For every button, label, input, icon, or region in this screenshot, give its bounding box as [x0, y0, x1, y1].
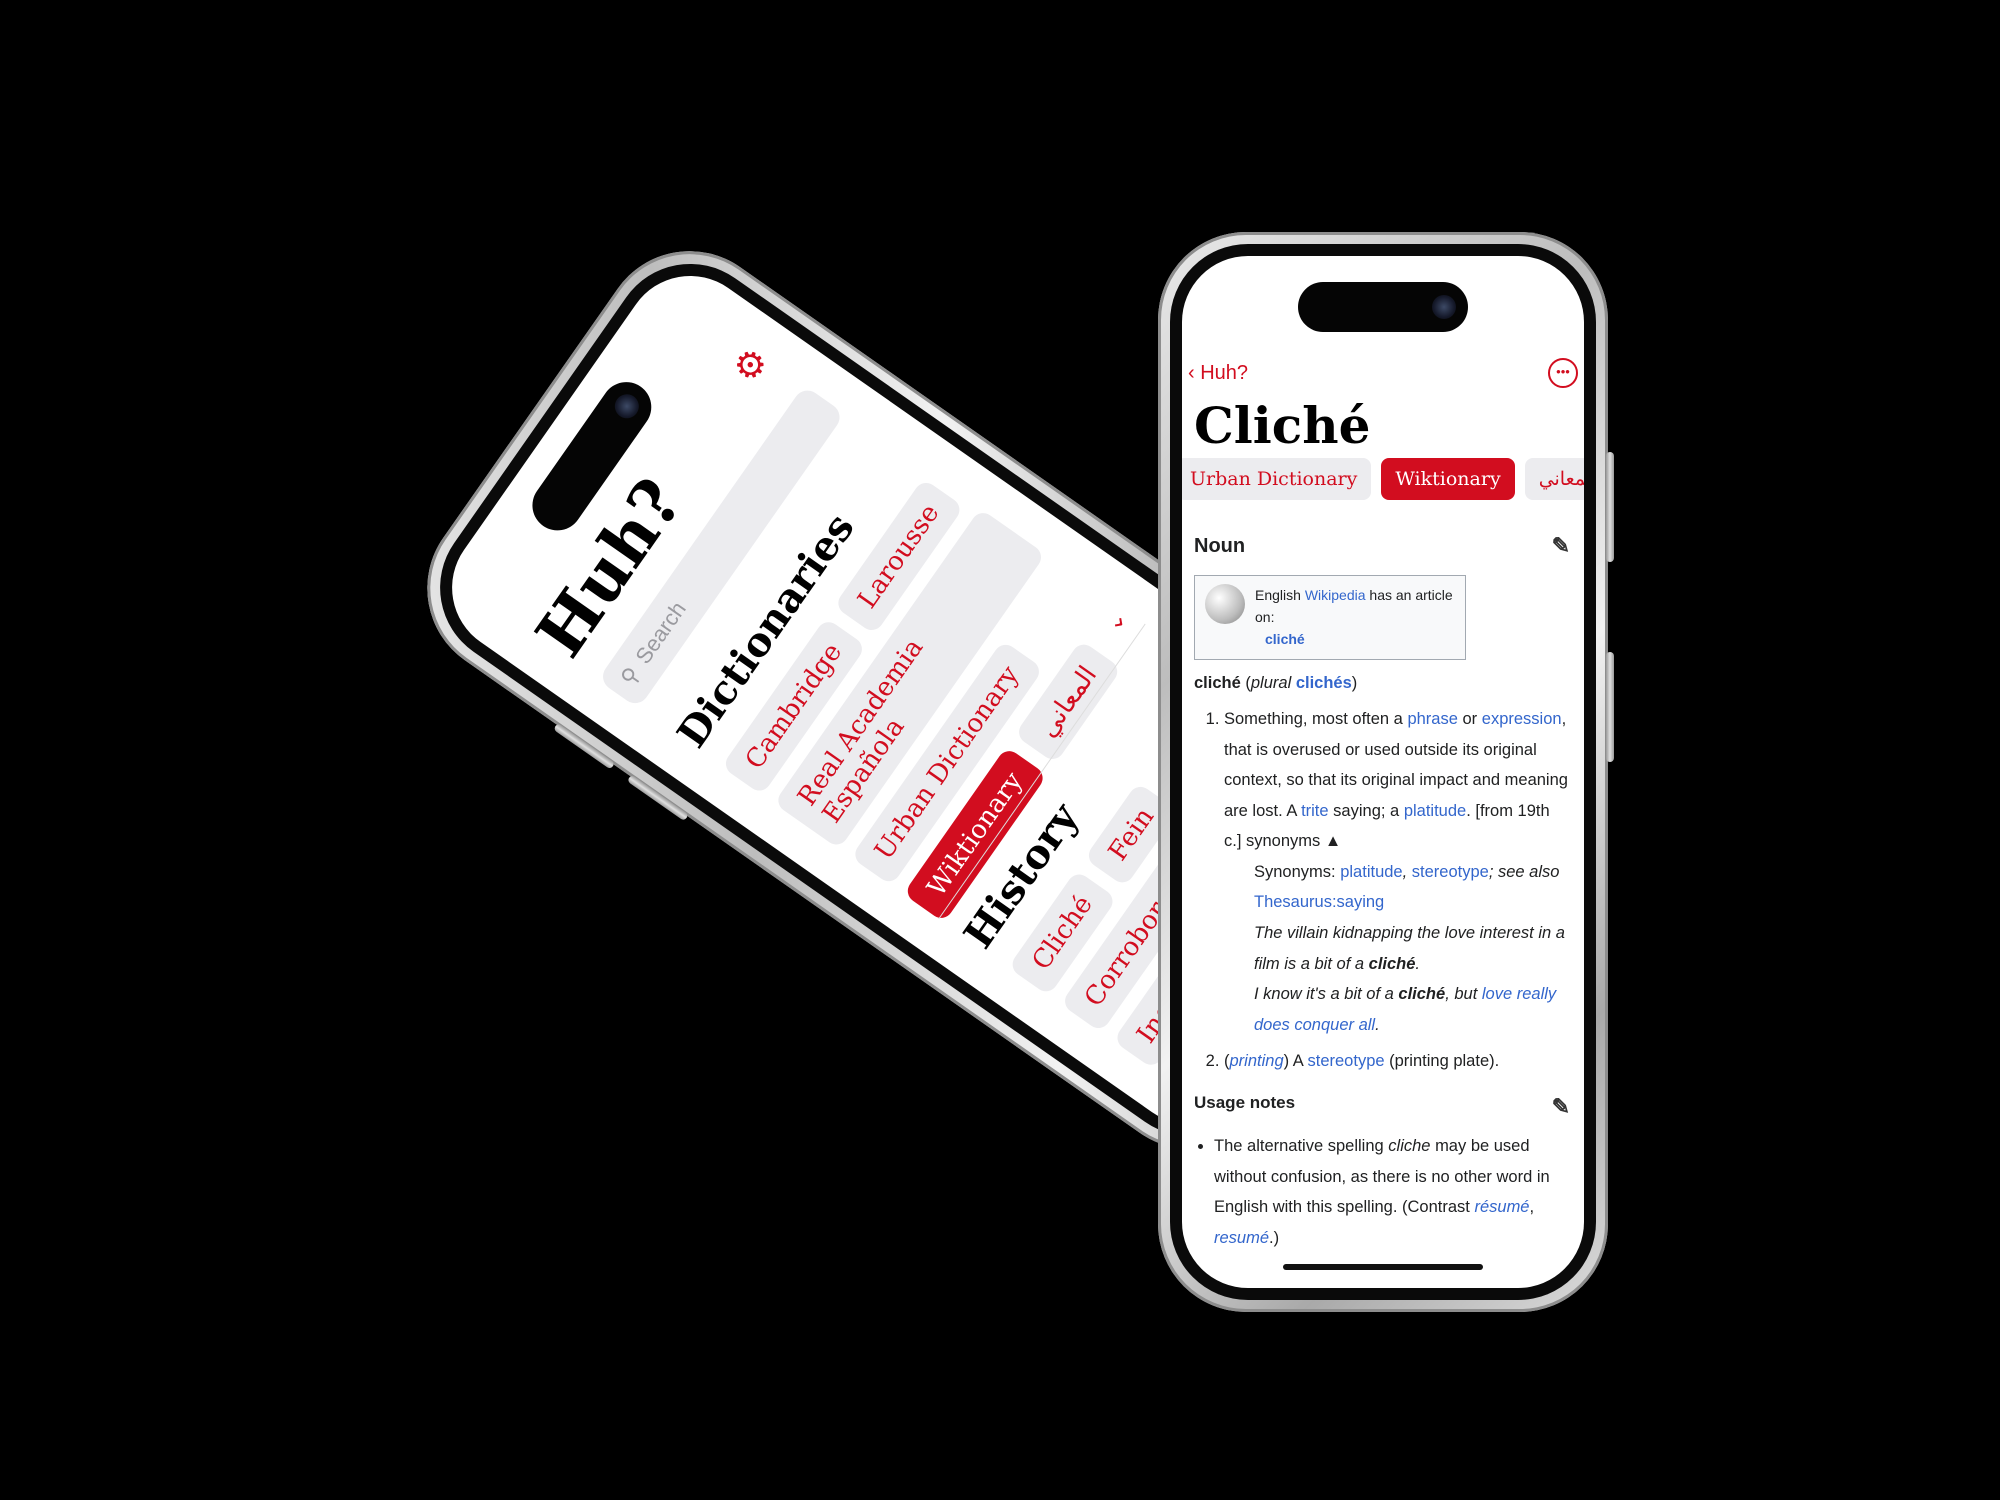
- stereotype-link[interactable]: stereotype: [1308, 1052, 1385, 1070]
- sense1-text: saying; a: [1333, 801, 1400, 820]
- wiki-prefix: English: [1255, 586, 1301, 603]
- plural-link[interactable]: clichés: [1296, 674, 1352, 692]
- wikipedia-link[interactable]: Wikipedia: [1305, 587, 1366, 603]
- more-options-icon[interactable]: •••: [1548, 358, 1578, 388]
- phone-entry-screen: ‹ Huh? ••• Cliché Urban Dictionary Wiktio…: [1158, 232, 1614, 1312]
- plural-label: plural: [1250, 673, 1292, 692]
- example-bold: cliché: [1368, 954, 1416, 973]
- usage-notes-list: The alternative spelling cliche may be u…: [1194, 1131, 1570, 1253]
- resume-link[interactable]: resumé: [1214, 1229, 1269, 1247]
- trite-link[interactable]: trite: [1301, 802, 1329, 820]
- synonyms-block: Synonyms: platitude, stereotype; see als…: [1254, 862, 1565, 1034]
- dictionary-tab[interactable]: Wiktionary: [1381, 458, 1515, 500]
- example-text: , but: [1445, 985, 1478, 1004]
- back-label: Huh?: [1200, 362, 1249, 384]
- sense-list: Something, most often a phrase or expres…: [1194, 704, 1570, 1076]
- headword-line: cliché (plural clichés): [1194, 673, 1358, 692]
- thesaurus-link[interactable]: Thesaurus:saying: [1254, 893, 1384, 911]
- usage-word: cliche: [1388, 1137, 1431, 1156]
- synonym-link[interactable]: platitude: [1340, 863, 1402, 881]
- sense-2: (printing) A stereotype (printing plate)…: [1224, 1046, 1570, 1077]
- entry-screen: ‹ Huh? ••• Cliché Urban Dictionary Wiktio…: [1182, 256, 1584, 1288]
- camera-icon: [610, 389, 644, 423]
- search-placeholder: Search: [630, 596, 691, 669]
- pos-label: Noun: [1194, 534, 1246, 557]
- edit-icon[interactable]: ✎: [1552, 1087, 1570, 1128]
- headword: cliché: [1194, 673, 1241, 692]
- usage-notes-heading: Usage notes ✎: [1194, 1087, 1570, 1128]
- dictionary-tab[interactable]: المعاني: [1524, 458, 1584, 500]
- see-also-text: ; see also: [1488, 862, 1560, 881]
- sense1-text: or: [1462, 710, 1478, 729]
- usage-text: .): [1269, 1228, 1280, 1247]
- power-button: [1606, 452, 1614, 562]
- sense2-text: (printing plate).: [1389, 1052, 1500, 1071]
- resume-link[interactable]: résumé: [1474, 1198, 1529, 1216]
- home-indicator: [1283, 1264, 1483, 1270]
- sense1-text: Something, most often a: [1224, 710, 1403, 729]
- usage-text: The alternative spelling: [1214, 1137, 1384, 1156]
- dynamic-island: [1298, 282, 1468, 332]
- usage-notes-label: Usage notes: [1194, 1092, 1296, 1112]
- wikipedia-box-text: English Wikipedia has an article on: cli…: [1255, 584, 1455, 651]
- entry-body: Noun ✎ English Wikipedia has an article …: [1194, 526, 1570, 1253]
- wikipedia-box: English Wikipedia has an article on: cli…: [1194, 574, 1466, 660]
- phrase-link[interactable]: phrase: [1407, 710, 1457, 728]
- printing-link[interactable]: printing: [1230, 1052, 1284, 1070]
- edit-icon[interactable]: ✎: [1552, 526, 1570, 567]
- chevron-left-icon: ‹: [1188, 362, 1195, 384]
- synonyms-label: Synonyms:: [1254, 862, 1336, 881]
- example-bold: cliché: [1398, 985, 1446, 1004]
- search-icon: ⚲: [615, 662, 646, 690]
- side-button: [1606, 652, 1614, 762]
- usage-note: The alternative spelling cliche may be u…: [1214, 1131, 1570, 1253]
- back-button[interactable]: ‹ Huh?: [1188, 362, 1248, 385]
- platitude-link[interactable]: platitude: [1404, 802, 1466, 820]
- sense-1: Something, most often a phrase or expres…: [1224, 704, 1570, 1040]
- dictionary-tabs: Urban DictionaryWiktionaryالمعاني...: [1182, 458, 1584, 500]
- wiki-article-link[interactable]: cliché: [1265, 631, 1305, 647]
- synonym-link[interactable]: stereotype: [1412, 863, 1489, 881]
- example-text: I know it's a bit of a: [1254, 985, 1394, 1004]
- camera-icon: [1432, 295, 1456, 319]
- dictionary-tab[interactable]: Urban Dictionary: [1182, 458, 1372, 500]
- nav-bar: ‹ Huh? •••: [1182, 356, 1584, 396]
- expression-link[interactable]: expression: [1482, 710, 1562, 728]
- sense2-text: A: [1292, 1052, 1303, 1071]
- pos-heading: Noun ✎: [1194, 526, 1570, 567]
- entry-title: Cliché: [1194, 396, 1371, 455]
- wikipedia-globe-icon: [1205, 583, 1245, 624]
